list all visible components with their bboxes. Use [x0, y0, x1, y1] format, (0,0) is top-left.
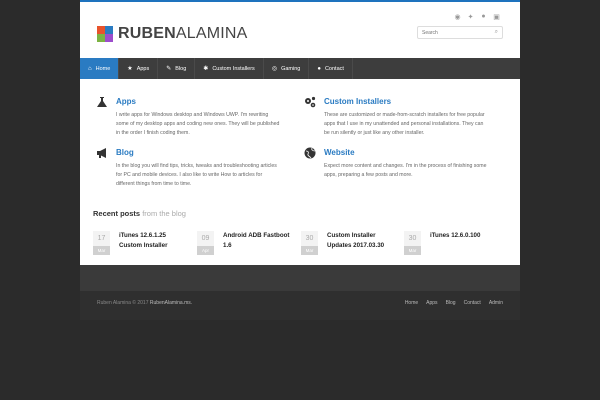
footer-widgets-area	[80, 265, 520, 291]
feature-website: Website Expect more content and changes.…	[304, 147, 489, 180]
user-icon: ●	[317, 65, 321, 72]
youtube-icon[interactable]: ▣	[493, 13, 500, 21]
nav-item-home[interactable]: ⌂ Home	[80, 58, 120, 79]
nav-item-blog[interactable]: ✎ Blog	[158, 58, 196, 79]
search-icon[interactable]: ⌕	[495, 29, 498, 36]
feature-title[interactable]: Blog	[116, 148, 281, 158]
post-date: 30 Mar	[404, 231, 421, 255]
post-title[interactable]: iTunes 12.6.0.100	[430, 231, 500, 241]
rss-icon[interactable]: ◉	[454, 13, 461, 21]
footer-link-home[interactable]: Home	[405, 300, 418, 306]
recent-posts-list: 17 Mar iTunes 12.6.1.25 Custom Installer …	[93, 231, 508, 261]
recent-posts-heading: Recent posts from the blog	[93, 209, 186, 218]
feature-text: In the blog you will find tips, tricks, …	[116, 163, 277, 187]
site-header: RUBENALAMINA ◉ ✦ ● ▣ ⌕	[80, 2, 520, 58]
feature-title[interactable]: Website	[324, 148, 489, 158]
flickr-icon[interactable]: ●	[480, 13, 487, 20]
gamepad-icon: ◎	[271, 66, 278, 72]
feature-apps: Apps I write apps for Windows desktop an…	[96, 97, 281, 137]
twitter-icon[interactable]: ✦	[467, 13, 474, 21]
feature-text: These are customized or made-from-scratc…	[324, 112, 485, 136]
list-item[interactable]: 09 Apr Android ADB Fastboot 1.6	[197, 231, 292, 261]
list-item[interactable]: 30 Mar Custom Installer Updates 2017.03.3…	[301, 231, 396, 261]
site-logo[interactable]: RUBENALAMINA	[97, 26, 248, 42]
flask-icon	[97, 97, 107, 107]
logo-mark-icon	[97, 26, 113, 42]
footer-nav: Home Apps Blog Contact Admin	[405, 300, 503, 306]
search-box: ⌕	[417, 26, 503, 39]
site-footer: Ruben Alamina © 2017 RubenAlamina.ms. Ho…	[80, 291, 520, 320]
copyright-text: Ruben Alamina © 2017 RubenAlamina.ms.	[97, 300, 193, 306]
post-title[interactable]: Android ADB Fastboot 1.6	[223, 231, 293, 250]
feature-text: Expect more content and changes. I'm in …	[324, 163, 487, 178]
list-item[interactable]: 30 Mar iTunes 12.6.0.100	[404, 231, 499, 261]
nav-item-contact[interactable]: ● Contact	[309, 58, 353, 79]
post-date: 30 Mar	[301, 231, 318, 255]
gears-icon	[305, 96, 316, 108]
post-date: 09 Apr	[197, 231, 214, 255]
pencil-icon: ✎	[166, 66, 172, 72]
post-title[interactable]: Custom Installer Updates 2017.03.30	[327, 231, 397, 250]
footer-link-contact[interactable]: Contact	[464, 300, 481, 306]
home-icon: ⌂	[88, 65, 92, 72]
logo-text: RUBENALAMINA	[118, 25, 248, 42]
search-input[interactable]	[422, 29, 486, 36]
nav-item-apps[interactable]: ★ Apps	[119, 58, 159, 79]
megaphone-icon	[97, 148, 106, 158]
social-icons: ◉ ✦ ● ▣	[454, 13, 500, 21]
footer-link-apps[interactable]: Apps	[426, 300, 437, 306]
post-title[interactable]: iTunes 12.6.1.25 Custom Installer	[119, 231, 189, 250]
nav-item-gaming[interactable]: ◎ Gaming	[264, 58, 310, 79]
footer-link-blog[interactable]: Blog	[446, 300, 456, 306]
feature-custom-installers: Custom Installers These are customized o…	[304, 96, 489, 137]
globe-icon	[304, 147, 316, 159]
feature-title[interactable]: Custom Installers	[324, 97, 489, 107]
gear-icon: ✱	[203, 66, 209, 72]
feature-blog: Blog In the blog you will find tips, tri…	[96, 148, 281, 188]
footer-site-link[interactable]: RubenAlamina.ms.	[150, 300, 192, 306]
star-icon: ★	[127, 66, 133, 72]
feature-text: I write apps for Windows desktop and Win…	[116, 112, 280, 136]
nav-item-custom-installers[interactable]: ✱ Custom Installers	[195, 58, 264, 79]
footer-link-admin[interactable]: Admin	[489, 300, 503, 306]
feature-title[interactable]: Apps	[116, 97, 281, 107]
main-nav: ⌂ Home ★ Apps ✎ Blog ✱ Custom Installers ◎ Ga…	[80, 58, 520, 79]
post-date: 17 Mar	[93, 231, 110, 255]
list-item[interactable]: 17 Mar iTunes 12.6.1.25 Custom Installer	[93, 231, 188, 261]
